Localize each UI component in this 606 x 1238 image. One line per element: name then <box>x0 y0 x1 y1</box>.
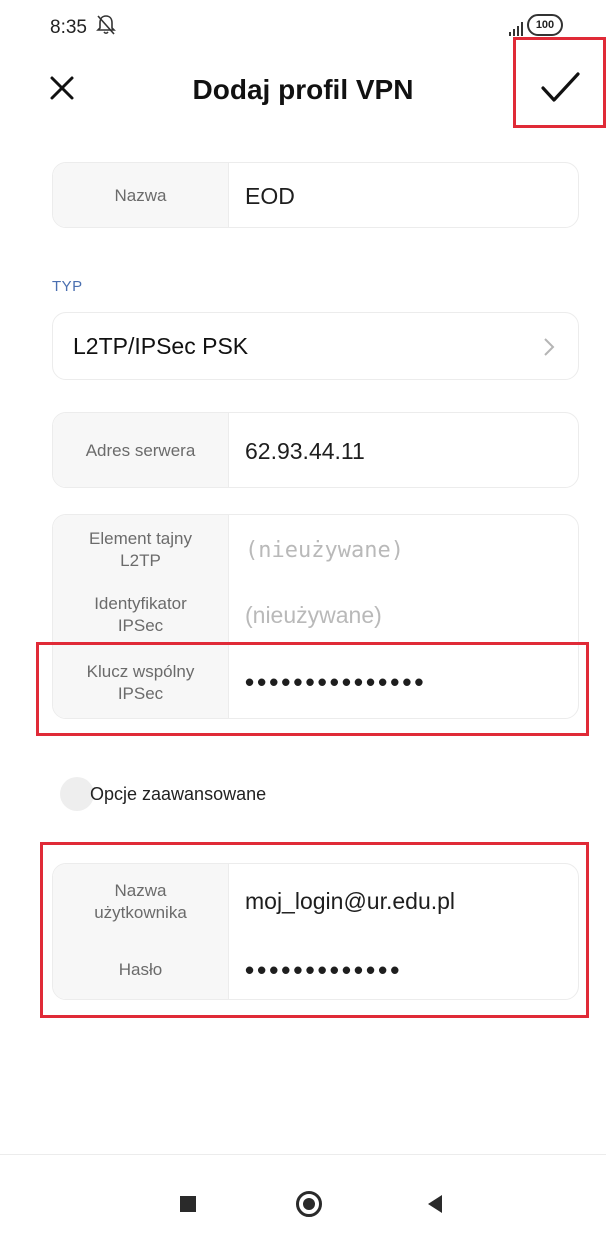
battery-icon: 100 <box>527 14 563 36</box>
confirm-button[interactable] <box>513 37 606 128</box>
name-label: Nazwa <box>53 163 229 227</box>
signal-icon <box>509 22 523 36</box>
navigation-bar <box>0 1154 606 1238</box>
server-row[interactable]: Adres serwera 62.93.44.11 <box>53 413 578 487</box>
psk-highlight-box <box>36 642 589 736</box>
type-section-label: TYP <box>52 278 83 295</box>
type-selector[interactable]: L2TP/IPSec PSK <box>52 312 579 380</box>
l2tp-secret-label-line1: Element tajny <box>89 529 192 548</box>
name-card: Nazwa EOD <box>52 162 579 228</box>
advanced-options-label: Opcje zaawansowane <box>90 783 267 804</box>
name-input[interactable]: EOD <box>245 163 295 227</box>
ipsec-id-row[interactable]: Identyfikator IPSec (nieużywane) <box>53 585 578 645</box>
l2tp-secret-label: Element tajny L2TP <box>53 515 229 585</box>
chevron-right-icon <box>544 338 555 356</box>
server-card: Adres serwera 62.93.44.11 <box>52 412 579 488</box>
type-value: L2TP/IPSec PSK <box>73 332 249 359</box>
advanced-options-toggle[interactable]: Opcje zaawansowane <box>60 776 266 812</box>
home-circle-icon[interactable] <box>296 1191 322 1217</box>
name-row[interactable]: Nazwa EOD <box>53 163 578 227</box>
bell-off-icon <box>96 15 116 35</box>
ipsec-id-input[interactable]: (nieużywane) <box>245 585 382 645</box>
back-triangle-icon[interactable] <box>428 1195 442 1213</box>
recents-square-icon[interactable] <box>180 1196 196 1212</box>
credentials-highlight-box <box>40 842 589 1018</box>
header: Dodaj profil VPN <box>0 37 606 130</box>
battery-level: 100 <box>535 19 555 31</box>
advanced-options-radio[interactable] <box>60 777 94 811</box>
ipsec-id-label-line2: IPSec <box>117 616 164 635</box>
l2tp-secret-label-line2: L2TP <box>120 551 161 570</box>
l2tp-secret-input[interactable]: (nieużywane) <box>245 515 404 585</box>
checkmark-icon <box>541 72 580 102</box>
server-input[interactable]: 62.93.44.11 <box>245 413 365 487</box>
status-time: 8:35 <box>50 17 87 38</box>
ipsec-id-label: Identyfikator IPSec <box>53 585 229 645</box>
ipsec-id-label-line1: Identyfikator <box>94 594 187 613</box>
l2tp-secret-row[interactable]: Element tajny L2TP (nieużywane) <box>53 515 578 585</box>
server-label: Adres serwera <box>53 413 229 487</box>
